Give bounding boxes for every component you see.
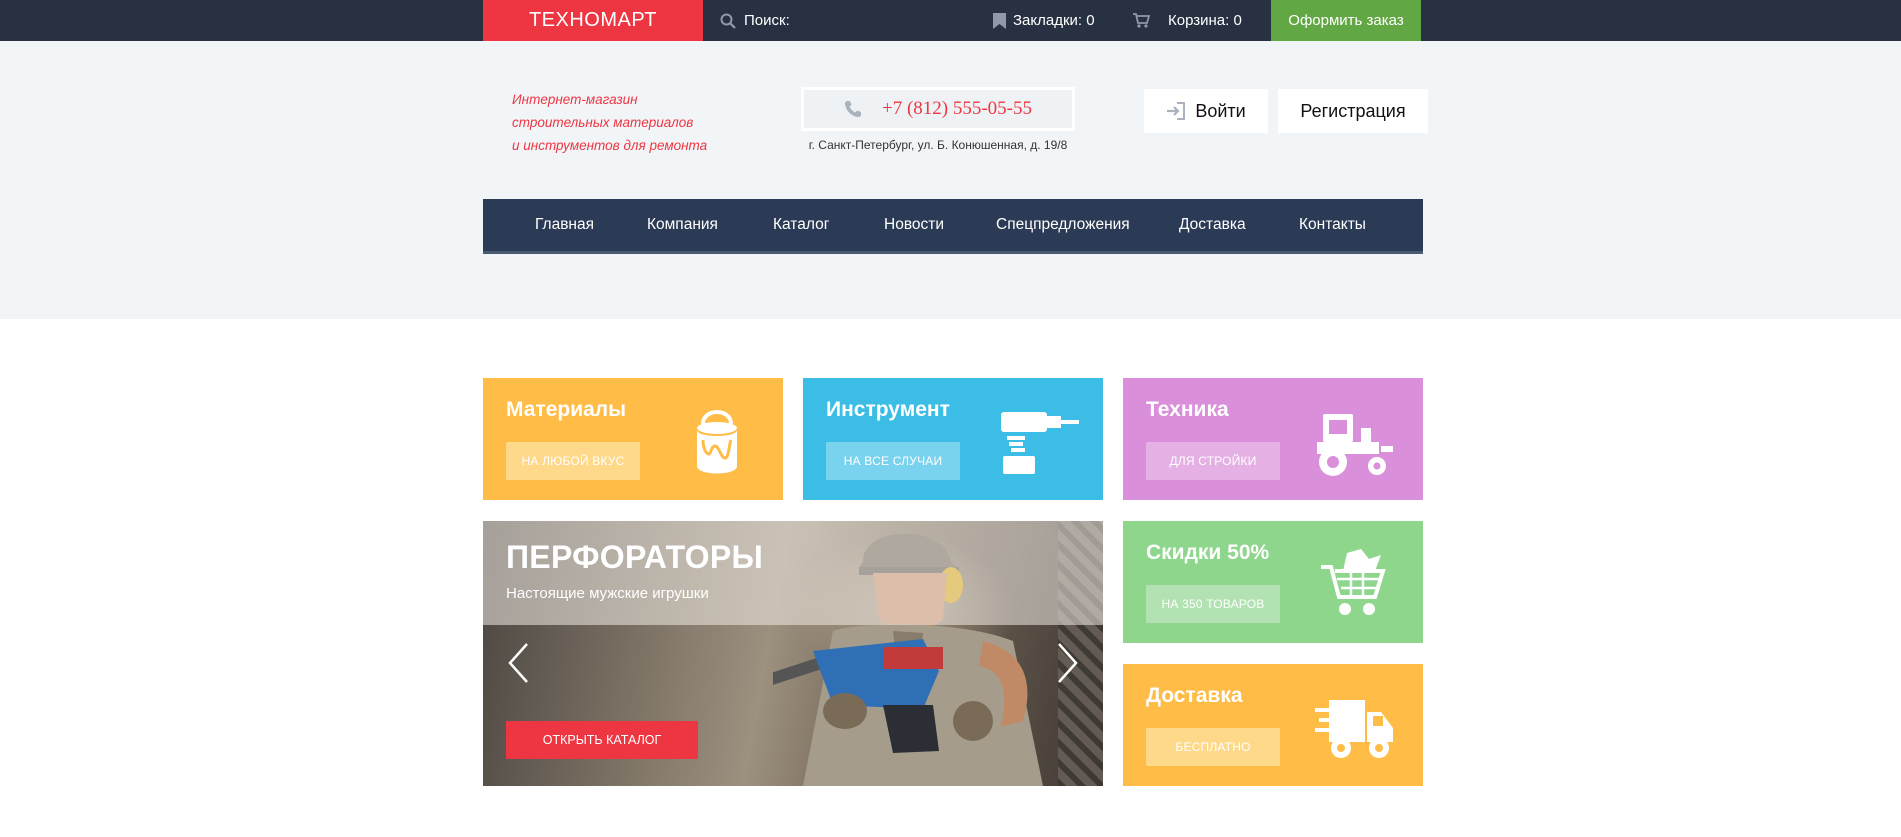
slider-next-button[interactable]: [1053, 638, 1083, 688]
category-tile-tools[interactable]: Инструмент НА ВСЕ СЛУЧАИ: [803, 378, 1103, 500]
slider-subtitle: Настоящие мужские игрушки: [506, 585, 709, 602]
cart-link[interactable]: Корзина: 0: [1133, 0, 1242, 41]
category-tile-materials[interactable]: Материалы НА ЛЮБОЙ ВКУС: [483, 378, 783, 500]
nav-item-home[interactable]: Главная: [535, 199, 594, 251]
promo-tile-delivery[interactable]: Доставка БЕСПЛАТНО: [1123, 664, 1423, 786]
register-button[interactable]: Регистрация: [1278, 89, 1428, 133]
chevron-left-icon: [508, 643, 528, 683]
top-bar: ТЕХНОМАРТ Поиск: Закладки: 0 Корзина: 0 …: [0, 0, 1901, 41]
phone-icon: [844, 101, 861, 117]
tile-button[interactable]: НА ВСЕ СЛУЧАИ: [826, 442, 960, 480]
tile-button[interactable]: НА ЛЮБОЙ ВКУС: [506, 442, 640, 480]
login-button[interactable]: Войти: [1144, 89, 1268, 133]
nav-item-delivery[interactable]: Доставка: [1179, 199, 1246, 251]
tile-title: Инструмент: [826, 398, 950, 421]
promo-tile-discounts[interactable]: Скидки 50% НА 350 ТОВАРОВ: [1123, 521, 1423, 643]
category-tile-machinery[interactable]: Техника ДЛЯ СТРОЙКИ: [1123, 378, 1423, 500]
tagline-line: Интернет-магазин: [512, 92, 638, 107]
bookmarks-link[interactable]: Закладки: 0: [993, 0, 1095, 41]
tile-title: Доставка: [1146, 684, 1243, 707]
cart-icon: [1133, 13, 1150, 28]
main-nav: Главная Компания Каталог Новости Спецпре…: [483, 199, 1423, 254]
slider-prev-button[interactable]: [503, 638, 533, 688]
store-address: г. Санкт-Петербург, ул. Б. Конюшенная, д…: [808, 138, 1068, 152]
tile-title: Техника: [1146, 398, 1229, 421]
drill-icon: [1001, 412, 1079, 474]
promo-slider: ПЕРФОРАТОРЫ Настоящие мужские игрушки ОТ…: [483, 521, 1103, 786]
store-tagline: Интернет-магазин строительных материалов…: [512, 88, 742, 157]
phone-number[interactable]: +7 (812) 555-05-55: [801, 87, 1075, 131]
tile-button[interactable]: ДЛЯ СТРОЙКИ: [1146, 442, 1280, 480]
header: Интернет-магазин строительных материалов…: [0, 41, 1901, 319]
search-label: Поиск:: [744, 12, 790, 29]
search-icon: [720, 13, 736, 29]
site-logo[interactable]: ТЕХНОМАРТ: [483, 0, 703, 41]
tile-button[interactable]: НА 350 ТОВАРОВ: [1146, 585, 1280, 623]
login-icon: [1167, 102, 1186, 120]
delivery-truck-icon: [1315, 700, 1393, 758]
shopping-cart-icon: [1321, 549, 1386, 615]
open-catalog-button[interactable]: ОТКРЫТЬ КАТАЛОГ: [506, 721, 698, 759]
order-button[interactable]: Оформить заказ: [1271, 0, 1421, 41]
tile-button[interactable]: БЕСПЛАТНО: [1146, 728, 1280, 766]
nav-item-news[interactable]: Новости: [884, 199, 944, 251]
tagline-line: строительных материалов: [512, 115, 694, 130]
nav-item-company[interactable]: Компания: [647, 199, 718, 251]
paint-bucket-icon: [697, 410, 737, 474]
nav-item-special-offers[interactable]: Спецпредложения: [996, 199, 1130, 251]
slider-title: ПЕРФОРАТОРЫ: [506, 539, 764, 575]
tile-title: Скидки 50%: [1146, 541, 1270, 564]
cart-label: Корзина: 0: [1168, 12, 1242, 29]
phone-text: +7 (812) 555-05-55: [881, 98, 1033, 119]
bookmarks-label: Закладки: 0: [1013, 12, 1095, 29]
search-field[interactable]: Поиск:: [720, 0, 790, 41]
login-label: Войти: [1195, 100, 1246, 121]
nav-item-contacts[interactable]: Контакты: [1299, 199, 1366, 251]
nav-item-catalog[interactable]: Каталог: [773, 199, 829, 251]
tractor-icon: [1317, 414, 1393, 476]
tagline-line: и инструментов для ремонта: [512, 138, 708, 153]
bookmark-icon: [993, 12, 1006, 29]
tile-title: Материалы: [506, 398, 627, 421]
chevron-right-icon: [1058, 643, 1078, 683]
